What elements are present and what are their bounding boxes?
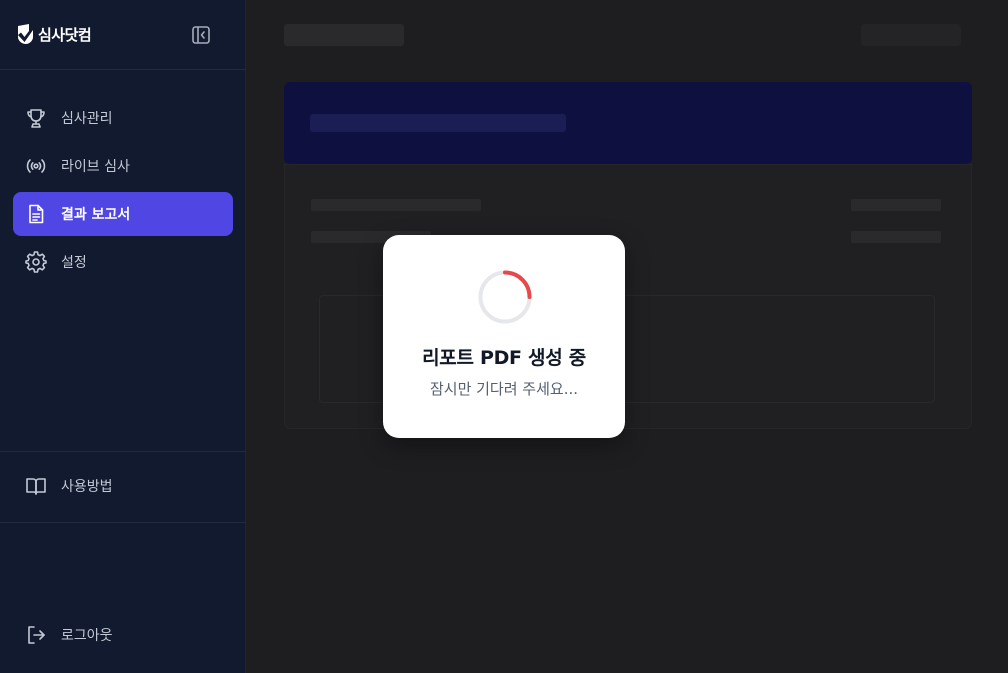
loading-spinner-icon [478,270,532,324]
spinner-arc [503,270,532,299]
loading-modal: 리포트 PDF 생성 중 잠시만 기다려 주세요... [383,235,625,438]
modal-subtitle: 잠시만 기다려 주세요... [429,380,579,398]
modal-title: 리포트 PDF 생성 중 [422,347,586,369]
